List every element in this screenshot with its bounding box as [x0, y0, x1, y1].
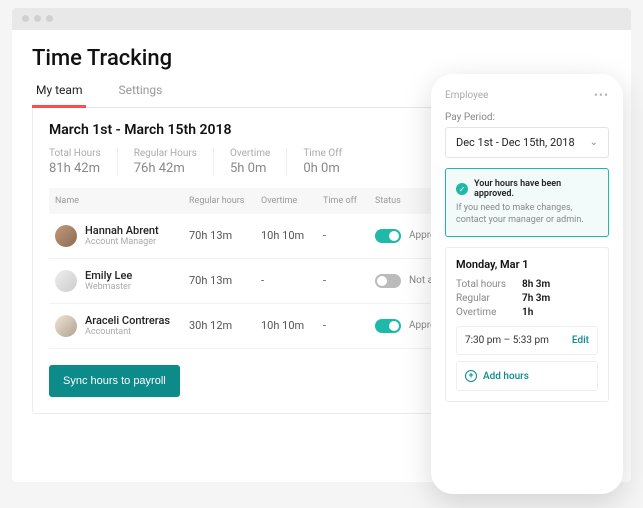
cell-overtime: 10h 10m: [261, 229, 323, 242]
browser-chrome: [12, 8, 631, 30]
cell-regular: 70h 13m: [189, 229, 261, 242]
cell-timeoff: -: [323, 229, 375, 242]
stat-total: Total Hours 81h 42m: [49, 148, 118, 176]
cell-timeoff: -: [323, 274, 375, 287]
ds-value: 8h 3m: [522, 279, 550, 290]
stat-label: Regular Hours: [134, 148, 197, 159]
employee-role: Accountant: [85, 327, 170, 338]
shift-row: 7:30 pm – 5:33 pm Edit: [456, 326, 598, 355]
shift-times: 7:30 pm – 5:33 pm: [465, 335, 549, 346]
cell-overtime: 10h 10m: [261, 319, 323, 332]
stat-label: Overtime: [230, 148, 270, 159]
avatar: [55, 315, 77, 337]
stat-timeoff: Time Off 0h 0m: [303, 148, 358, 176]
approval-toggle[interactable]: [375, 274, 401, 288]
ds-value: 7h 3m: [522, 293, 550, 304]
ds-value: 1h: [522, 307, 533, 318]
approved-banner: ✓ Your hours have been approved. If you …: [445, 168, 609, 237]
approval-toggle[interactable]: [375, 229, 401, 243]
stat-value: 5h 0m: [230, 161, 270, 176]
stat-value: 81h 42m: [49, 161, 101, 176]
window-dot: [22, 15, 29, 22]
shift-sep: –: [504, 335, 511, 346]
ds-label: Overtime: [456, 307, 522, 318]
cell-overtime: -: [261, 274, 323, 287]
mobile-header-title: Employee: [445, 90, 488, 101]
cell-regular: 70h 13m: [189, 274, 261, 287]
approved-title: Your hours have been approved.: [474, 179, 598, 199]
cell-regular: 30h 12m: [189, 319, 261, 332]
window-dot: [46, 15, 53, 22]
pay-period-value: Dec 1st - Dec 15th, 2018: [456, 136, 575, 149]
mobile-header: Employee •••: [445, 88, 609, 102]
shift-end: 5:33 pm: [513, 335, 549, 346]
day-card: Monday, Mar 1 Total hours8h 3m Regular7h…: [445, 247, 609, 402]
col-overtime: Overtime: [261, 196, 323, 206]
check-icon: ✓: [456, 183, 468, 195]
plus-icon: +: [465, 370, 477, 382]
stat-overtime: Overtime 5h 0m: [230, 148, 287, 176]
stat-label: Time Off: [303, 148, 342, 159]
day-stats: Total hours8h 3m Regular7h 3m Overtime1h: [456, 279, 598, 318]
employee-name: Emily Lee: [85, 269, 132, 282]
stat-value: 0h 0m: [303, 161, 342, 176]
avatar: [55, 225, 77, 247]
employee-name: Hannah Abrent: [85, 224, 159, 237]
tab-my-team[interactable]: My team: [32, 83, 86, 108]
shift-start: 7:30 pm: [465, 335, 501, 346]
avatar: [55, 270, 77, 292]
stat-label: Total Hours: [49, 148, 101, 159]
day-title: Monday, Mar 1: [456, 258, 598, 271]
col-name: Name: [55, 196, 189, 206]
stat-regular: Regular Hours 76h 42m: [134, 148, 214, 176]
cell-timeoff: -: [323, 319, 375, 332]
approved-subtext: If you need to make changes, contact you…: [456, 203, 598, 226]
col-regular: Regular hours: [189, 196, 261, 206]
ds-label: Regular: [456, 293, 522, 304]
employee-role: Account Manager: [85, 237, 159, 248]
more-icon[interactable]: •••: [594, 88, 609, 102]
employee-role: Webmaster: [85, 282, 132, 293]
approval-toggle[interactable]: [375, 319, 401, 333]
page-title: Time Tracking: [32, 46, 611, 71]
add-hours-label: Add hours: [483, 371, 529, 382]
mobile-frame: Employee ••• Pay Period: Dec 1st - Dec 1…: [431, 74, 623, 494]
edit-shift-link[interactable]: Edit: [572, 335, 589, 346]
add-hours-button[interactable]: + Add hours: [456, 361, 598, 391]
employee-name: Araceli Contreras: [85, 314, 170, 327]
pay-period-label: Pay Period:: [445, 112, 609, 123]
pay-period-select[interactable]: Dec 1st - Dec 15th, 2018 ⌄: [445, 127, 609, 158]
stat-value: 76h 42m: [134, 161, 197, 176]
chevron-down-icon: ⌄: [590, 137, 598, 148]
tab-settings[interactable]: Settings: [114, 83, 166, 107]
sync-payroll-button[interactable]: Sync hours to payroll: [49, 365, 180, 397]
col-timeoff: Time off: [323, 196, 375, 206]
window-dot: [34, 15, 41, 22]
ds-label: Total hours: [456, 279, 522, 290]
